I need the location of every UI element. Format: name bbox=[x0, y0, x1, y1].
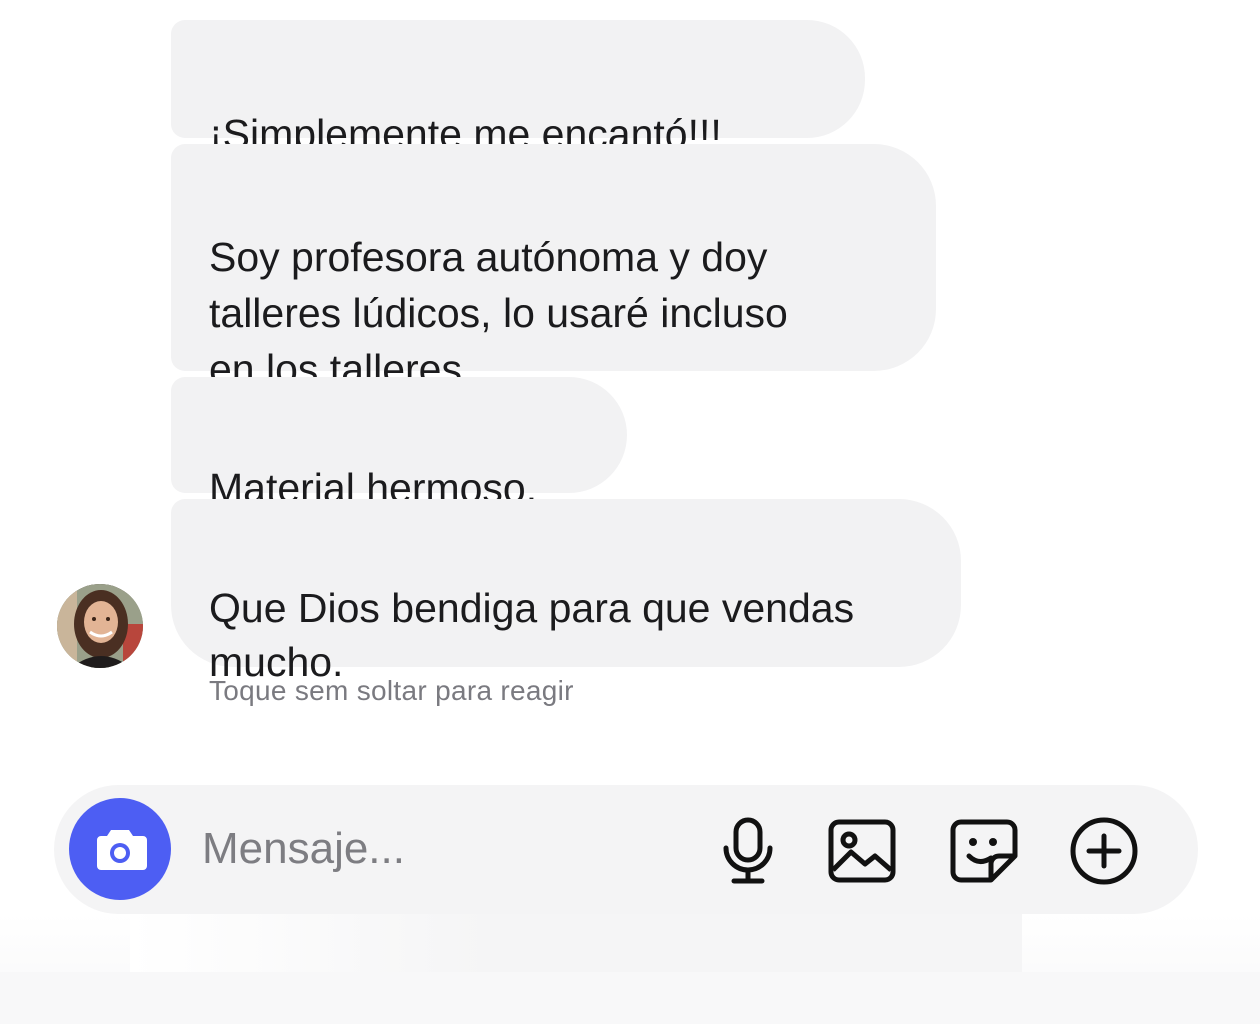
reaction-hint: Toque sem soltar para reagir bbox=[209, 675, 574, 706]
message-bubble[interactable]: Que Dios bendiga para que vendas mucho. bbox=[171, 499, 961, 685]
gallery-icon bbox=[828, 819, 896, 883]
camera-button[interactable] bbox=[69, 798, 171, 900]
bottom-strip bbox=[130, 914, 1022, 972]
microphone-button[interactable] bbox=[712, 815, 784, 887]
chat-screen: ¡Simplemente me encantó!!! Soy profesora… bbox=[0, 0, 1260, 1024]
message-input[interactable] bbox=[202, 815, 682, 883]
message-text: Soy profesora autónoma y doy talleres lú… bbox=[209, 234, 788, 392]
avatar-image bbox=[57, 584, 143, 668]
avatar[interactable] bbox=[57, 584, 143, 668]
camera-icon bbox=[97, 830, 147, 870]
sticker-icon bbox=[950, 819, 1018, 883]
add-button[interactable] bbox=[1068, 815, 1140, 887]
gallery-button[interactable] bbox=[826, 815, 898, 887]
message-bubble[interactable]: Material hermoso. bbox=[171, 377, 627, 511]
plus-circle-icon bbox=[1070, 817, 1138, 885]
message-text: Que Dios bendiga para que vendas mucho. bbox=[209, 585, 855, 685]
bottom-bar bbox=[0, 972, 1260, 1024]
message-bubble[interactable]: Soy profesora autónoma y doy talleres lú… bbox=[171, 144, 936, 392]
message-bubble[interactable]: ¡Simplemente me encantó!!! bbox=[171, 20, 865, 157]
sticker-button[interactable] bbox=[948, 815, 1020, 887]
message-composer bbox=[54, 785, 1198, 914]
microphone-icon bbox=[723, 817, 773, 884]
